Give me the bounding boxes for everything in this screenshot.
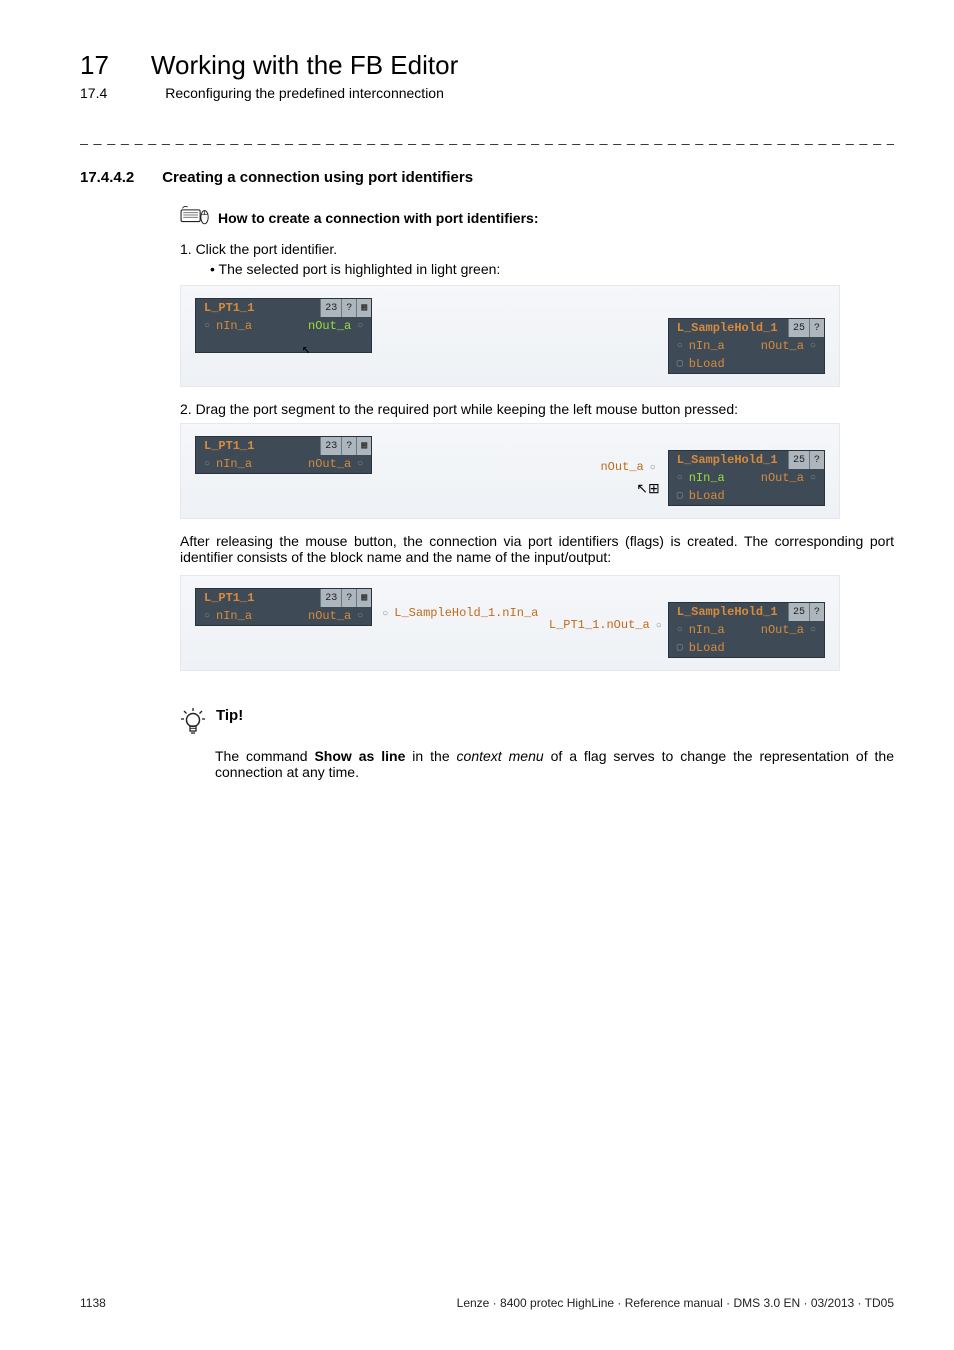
grid-icon: ▦ — [356, 437, 371, 455]
sh-in-port: nIn_a — [669, 621, 733, 639]
sh-out-port: nOut_a — [753, 337, 824, 355]
pt1-title: L_PT1_1 — [196, 589, 320, 607]
help-icon: ? — [809, 451, 824, 469]
samplehold-block: L_SampleHold_1 25 ? nIn_a bLoad nOut_a — [668, 318, 825, 374]
sh-out-port: nOut_a — [753, 621, 824, 639]
drag-cursor-icon: ↖⊞ — [636, 480, 659, 497]
grid-icon: ▦ — [356, 299, 371, 317]
chapter-number: 17 — [80, 50, 109, 81]
pt1-chip: 23 — [320, 437, 341, 455]
sh-bload-port: bLoad — [669, 639, 733, 657]
step-1: 1. Click the port identifier. — [180, 241, 894, 257]
tip-title: Tip! — [216, 707, 243, 724]
tip-row: Tip! — [180, 707, 894, 740]
pt1-title: L_PT1_1 — [196, 437, 320, 455]
sh-out-port: nOut_a — [753, 469, 824, 487]
drag-flag: nOut_a — [596, 460, 659, 474]
pt1-out-port: nOut_a — [300, 455, 371, 473]
pt1-title: L_PT1_1 — [196, 299, 320, 317]
sh-bload-port: bLoad — [669, 355, 733, 373]
chapter-title: Working with the FB Editor — [151, 50, 458, 81]
step-2-paragraph: After releasing the mouse button, the co… — [180, 533, 894, 565]
howto-row: How to create a connection with port ide… — [180, 204, 894, 231]
tip-command: Show as line — [314, 748, 405, 764]
help-icon: ? — [341, 589, 356, 607]
help-icon: ? — [809, 603, 824, 621]
help-icon: ? — [809, 319, 824, 337]
content-body: 1. Click the port identifier. The select… — [180, 241, 894, 671]
help-icon: ? — [341, 437, 356, 455]
dest-flag: L_SampleHold_1.nIn_a — [378, 606, 542, 620]
samplehold-block: L_SampleHold_1 25 ? nIn_a bLoad nOut_a — [668, 602, 825, 658]
page-footer: 1138 Lenze · 8400 protec HighLine · Refe… — [80, 1296, 894, 1310]
pt1-out-port-selected: nOut_a — [300, 317, 371, 335]
sh-in-port-target: nIn_a — [669, 469, 733, 487]
pt1-block: L_PT1_1 23 ? ▦ nIn_a nOut_a — [195, 436, 372, 474]
page-number: 1138 — [80, 1296, 106, 1310]
keyboard-mouse-icon — [180, 204, 210, 231]
section-number: 17.4.4.2 — [80, 169, 134, 186]
section-heading: 17.4.4.2 Creating a connection using por… — [80, 169, 894, 186]
tip-pre: The command — [215, 748, 314, 764]
sh-title: L_SampleHold_1 — [669, 319, 788, 337]
sh-chip: 25 — [788, 451, 809, 469]
pt1-chip: 23 — [320, 589, 341, 607]
sh-bload-port: bLoad — [669, 487, 733, 505]
step-2: 2. Drag the port segment to the required… — [180, 401, 894, 417]
lightbulb-icon — [180, 707, 206, 740]
pt1-block: L_PT1_1 23 ? ▦ nIn_a nOut_a ↖ — [195, 298, 372, 353]
figure-1: L_PT1_1 23 ? ▦ nIn_a nOut_a ↖ — [180, 285, 840, 387]
samplehold-block: L_SampleHold_1 25 ? nIn_a bLoad nOut_a — [668, 450, 825, 506]
pt1-in-port: nIn_a — [196, 607, 260, 625]
help-icon: ? — [341, 299, 356, 317]
sh-title: L_SampleHold_1 — [669, 603, 788, 621]
tip-context: context menu — [457, 748, 544, 764]
pt1-block: L_PT1_1 23 ? ▦ nIn_a nOut_a — [195, 588, 372, 626]
figure-3: L_PT1_1 23 ? ▦ nIn_a nOut_a L_Samp — [180, 575, 840, 671]
tip-body: The command Show as line in the context … — [215, 748, 894, 780]
pt1-out-port: nOut_a — [300, 607, 371, 625]
page-header: 17 Working with the FB Editor 17.4 Recon… — [80, 50, 894, 101]
doc-info: Lenze · 8400 protec HighLine · Reference… — [457, 1296, 894, 1310]
step-1-bullet: The selected port is highlighted in ligh… — [210, 261, 894, 277]
pt1-chip: 23 — [320, 299, 341, 317]
pt1-in-port: nIn_a — [196, 317, 260, 335]
subsection-title: Reconfiguring the predefined interconnec… — [165, 85, 444, 101]
separator: _ _ _ _ _ _ _ _ _ _ _ _ _ _ _ _ _ _ _ _ … — [80, 129, 894, 145]
sh-chip: 25 — [788, 603, 809, 621]
pt1-in-port: nIn_a — [196, 455, 260, 473]
cursor-icon: ↖ — [302, 341, 373, 358]
section-title: Creating a connection using port identif… — [162, 169, 473, 186]
figure-2: L_PT1_1 23 ? ▦ nIn_a nOut_a nOut_a — [180, 423, 840, 519]
subsection-number: 17.4 — [80, 85, 107, 101]
tip-mid: in the — [405, 748, 456, 764]
sh-in-port: nIn_a — [669, 337, 733, 355]
sh-title: L_SampleHold_1 — [669, 451, 788, 469]
sh-chip: 25 — [788, 319, 809, 337]
src-flag: L_PT1_1.nOut_a — [545, 618, 666, 632]
grid-icon: ▦ — [356, 589, 371, 607]
howto-label: How to create a connection with port ide… — [218, 210, 538, 226]
